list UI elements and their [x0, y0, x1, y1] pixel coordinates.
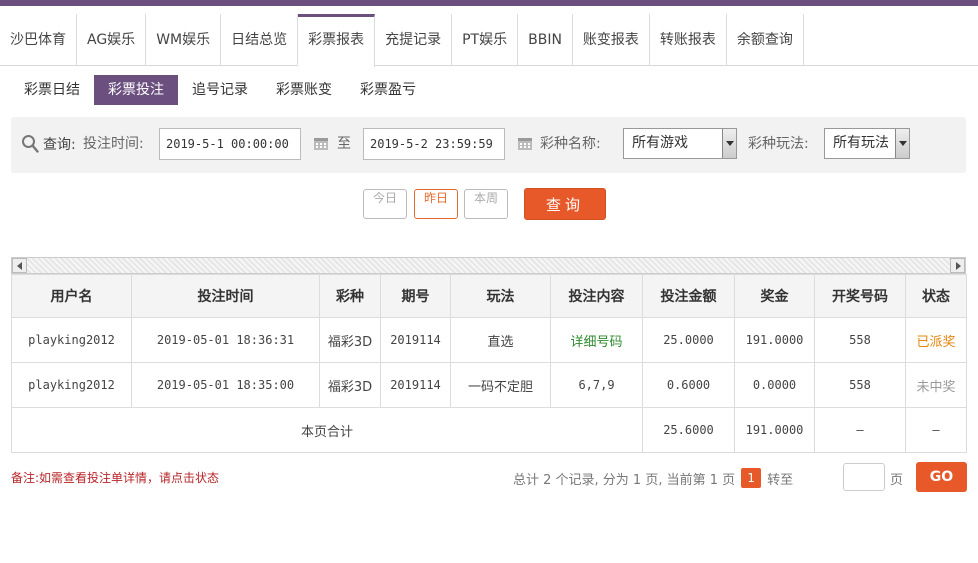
search-panel: 查询: 投注时间: 2019-5-1 00:00:00 至 2019-5-2 2…	[11, 117, 966, 173]
table-row: playking2012 2019-05-01 18:35:00 福彩3D 20…	[11, 362, 967, 408]
game-name-label: 彩种名称:	[540, 136, 601, 152]
col-prize: 奖金	[734, 274, 815, 318]
search-icon	[22, 135, 39, 153]
yesterday-button[interactable]: 昨日	[414, 189, 458, 219]
horizontal-scrollbar[interactable]	[11, 257, 966, 274]
tab-chase-records[interactable]: 追号记录	[178, 75, 262, 105]
nav-item-ag[interactable]: AG娱乐	[77, 14, 147, 66]
cell-play: 直选	[450, 317, 551, 363]
nav-item-account-change[interactable]: 账变报表	[573, 14, 650, 66]
cell-draw-number: 558	[814, 317, 906, 363]
nav-item-deposit-withdraw[interactable]: 充提记录	[375, 14, 453, 66]
cell-amount: 0.6000	[642, 362, 735, 408]
nav-item-lottery-report[interactable]: 彩票报表	[298, 14, 376, 67]
cell-prize: 0.0000	[734, 362, 815, 408]
calendar-icon[interactable]	[517, 135, 533, 151]
calendar-icon[interactable]	[313, 135, 329, 151]
cell-lottery: 福彩3D	[319, 317, 381, 363]
search-label: 查询:	[43, 137, 76, 153]
col-draw-number: 开奖号码	[814, 274, 906, 318]
col-amount: 投注金额	[642, 274, 735, 318]
to-label: 至	[337, 136, 351, 152]
play-select[interactable]: 所有玩法	[824, 128, 910, 159]
chevron-down-icon	[722, 129, 736, 158]
nav-item-wm[interactable]: WM娱乐	[146, 14, 222, 66]
total-prize: 191.0000	[734, 407, 815, 453]
play-type-label: 彩种玩法:	[748, 136, 809, 152]
sub-tabs: 彩票日结 彩票投注 追号记录 彩票账变 彩票盈亏	[10, 75, 430, 105]
game-select[interactable]: 所有游戏	[623, 128, 737, 159]
nav-item-pt[interactable]: PT娱乐	[452, 14, 519, 66]
bets-table: 用户名 投注时间 彩种 期号 玩法 投注内容 投注金额 奖金 开奖号码 状态 p…	[11, 274, 967, 453]
cell-draw-number: 558	[814, 362, 906, 408]
col-status: 状态	[905, 274, 967, 318]
detail-numbers-link[interactable]: 详细号码	[570, 335, 622, 350]
goto-label: 转至	[767, 472, 794, 488]
status-link[interactable]: 未中奖	[916, 380, 955, 395]
scroll-right-icon[interactable]	[950, 258, 965, 273]
top-banner	[0, 0, 978, 6]
cell-prize: 191.0000	[734, 317, 815, 363]
cell-bet-time: 2019-05-01 18:35:00	[131, 362, 320, 408]
table-total-row: 本页合计 25.6000 191.0000 — —	[11, 407, 967, 453]
pagination-summary: 总计 2 个记录, 分为 1 页, 当前第 1 页	[513, 472, 736, 488]
cell-issue: 2019114	[380, 362, 451, 408]
query-button[interactable]: 查询	[524, 188, 606, 220]
cell-amount: 25.0000	[642, 317, 735, 363]
tab-lottery-profit-loss[interactable]: 彩票盈亏	[346, 75, 430, 105]
scroll-left-icon[interactable]	[12, 258, 27, 273]
start-time-field[interactable]: 2019-5-1 00:00:00	[159, 128, 301, 160]
game-select-value: 所有游戏	[632, 135, 688, 151]
total-amount: 25.6000	[642, 407, 735, 453]
col-bet-time: 投注时间	[131, 274, 320, 318]
status-link[interactable]: 已派奖	[916, 335, 955, 350]
this-week-button[interactable]: 本周	[464, 189, 508, 219]
total-label: 本页合计	[11, 407, 643, 453]
today-button[interactable]: 今日	[363, 189, 407, 219]
tab-lottery-daily[interactable]: 彩票日结	[10, 75, 94, 105]
col-username: 用户名	[11, 274, 132, 318]
col-lottery: 彩种	[319, 274, 381, 318]
bet-time-label: 投注时间:	[83, 136, 144, 152]
tab-lottery-account-change[interactable]: 彩票账变	[262, 75, 346, 105]
chevron-down-icon	[895, 129, 909, 158]
go-button[interactable]: GO	[916, 462, 967, 492]
cell-lottery: 福彩3D	[319, 362, 381, 408]
nav-item-balance-query[interactable]: 余额查询	[727, 14, 804, 66]
cell-username: playking2012	[11, 317, 132, 363]
nav-item-daily-overview[interactable]: 日结总览	[221, 14, 299, 66]
pagination: 总计 2 个记录, 分为 1 页, 当前第 1 页 1 转至	[513, 466, 793, 490]
nav-item-saba-sports[interactable]: 沙巴体育	[0, 14, 77, 66]
table-header-row: 用户名 投注时间 彩种 期号 玩法 投注内容 投注金额 奖金 开奖号码 状态	[11, 274, 967, 318]
cell-play: 一码不定胆	[450, 362, 551, 408]
current-page-button[interactable]: 1	[741, 468, 762, 488]
remark-note: 备注:如需查看投注单详情，请点击状态	[11, 471, 220, 485]
tab-lottery-bets[interactable]: 彩票投注	[94, 75, 178, 105]
main-nav: 沙巴体育 AG娱乐 WM娱乐 日结总览 彩票报表 充提记录 PT娱乐 BBIN …	[0, 14, 978, 67]
col-play: 玩法	[450, 274, 551, 318]
table-row: playking2012 2019-05-01 18:36:31 福彩3D 20…	[11, 317, 967, 363]
cell-bet-time: 2019-05-01 18:36:31	[131, 317, 320, 363]
total-status: —	[905, 407, 967, 453]
play-select-value: 所有玩法	[833, 135, 889, 151]
nav-item-transfer-report[interactable]: 转账报表	[650, 14, 727, 66]
page-unit-label: 页	[890, 473, 904, 488]
page-number-input[interactable]	[843, 463, 885, 491]
col-content: 投注内容	[550, 274, 643, 318]
end-time-field[interactable]: 2019-5-2 23:59:59	[363, 128, 505, 160]
nav-item-bbin[interactable]: BBIN	[518, 14, 573, 66]
cell-issue: 2019114	[380, 317, 451, 363]
col-issue: 期号	[380, 274, 451, 318]
total-draw-number: —	[814, 407, 906, 453]
cell-content: 6,7,9	[550, 362, 643, 408]
cell-username: playking2012	[11, 362, 132, 408]
